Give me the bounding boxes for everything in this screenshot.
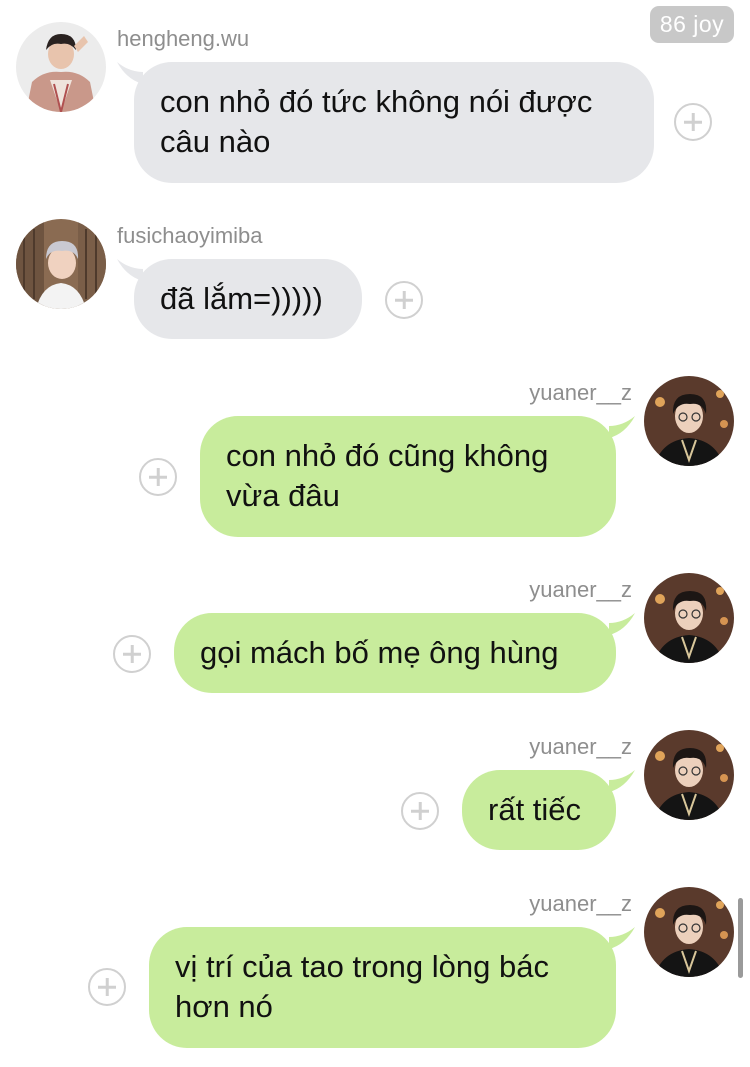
sender-name: fusichaoyimiba	[117, 223, 263, 248]
sender-name: hengheng.wu	[117, 26, 250, 51]
message-bubble[interactable]: rất tiếc	[462, 770, 616, 850]
plus-circle-icon[interactable]	[674, 103, 712, 141]
bubble-tail	[609, 613, 635, 635]
sender-name: yuaner__z	[529, 734, 632, 759]
avatar-image	[644, 730, 734, 820]
plus-circle-icon[interactable]	[88, 968, 126, 1006]
sender-name: yuaner__z	[529, 577, 632, 602]
avatar-image	[16, 22, 106, 112]
avatar-hengheng-wu[interactable]	[16, 22, 106, 112]
message-bubble[interactable]: đã lắm=)))))	[134, 259, 362, 339]
scrollbar[interactable]	[738, 898, 743, 978]
plus-circle-icon[interactable]	[401, 792, 439, 830]
bubble-tail	[609, 927, 635, 949]
message-bubble[interactable]: vị trí của tao trong lòng bác hơn nó	[149, 927, 616, 1048]
avatar-image	[16, 219, 106, 309]
avatar-fusichaoyimiba[interactable]	[16, 219, 106, 309]
avatar-yuaner-z[interactable]	[644, 573, 734, 663]
avatar-yuaner-z[interactable]	[644, 730, 734, 820]
plus-circle-icon[interactable]	[139, 458, 177, 496]
sender-name: yuaner__z	[529, 380, 632, 405]
avatar-image	[644, 573, 734, 663]
avatar-image	[644, 887, 734, 977]
plus-circle-icon[interactable]	[385, 281, 423, 319]
chat-thread: 86 joy hengheng.wu con nhỏ đó tức không …	[0, 0, 750, 1067]
avatar-yuaner-z[interactable]	[644, 376, 734, 466]
message-bubble[interactable]: con nhỏ đó cũng không vừa đâu	[200, 416, 616, 537]
avatar-yuaner-z[interactable]	[644, 887, 734, 977]
sender-name: yuaner__z	[529, 891, 632, 916]
message-bubble[interactable]: con nhỏ đó tức không nói được câu nào	[134, 62, 654, 183]
bubble-tail	[609, 416, 635, 438]
joy-count-badge[interactable]: 86 joy	[650, 6, 734, 43]
bubble-tail	[609, 770, 635, 792]
avatar-image	[644, 376, 734, 466]
message-bubble[interactable]: gọi mách bố mẹ ông hùng	[174, 613, 616, 693]
plus-circle-icon[interactable]	[113, 635, 151, 673]
